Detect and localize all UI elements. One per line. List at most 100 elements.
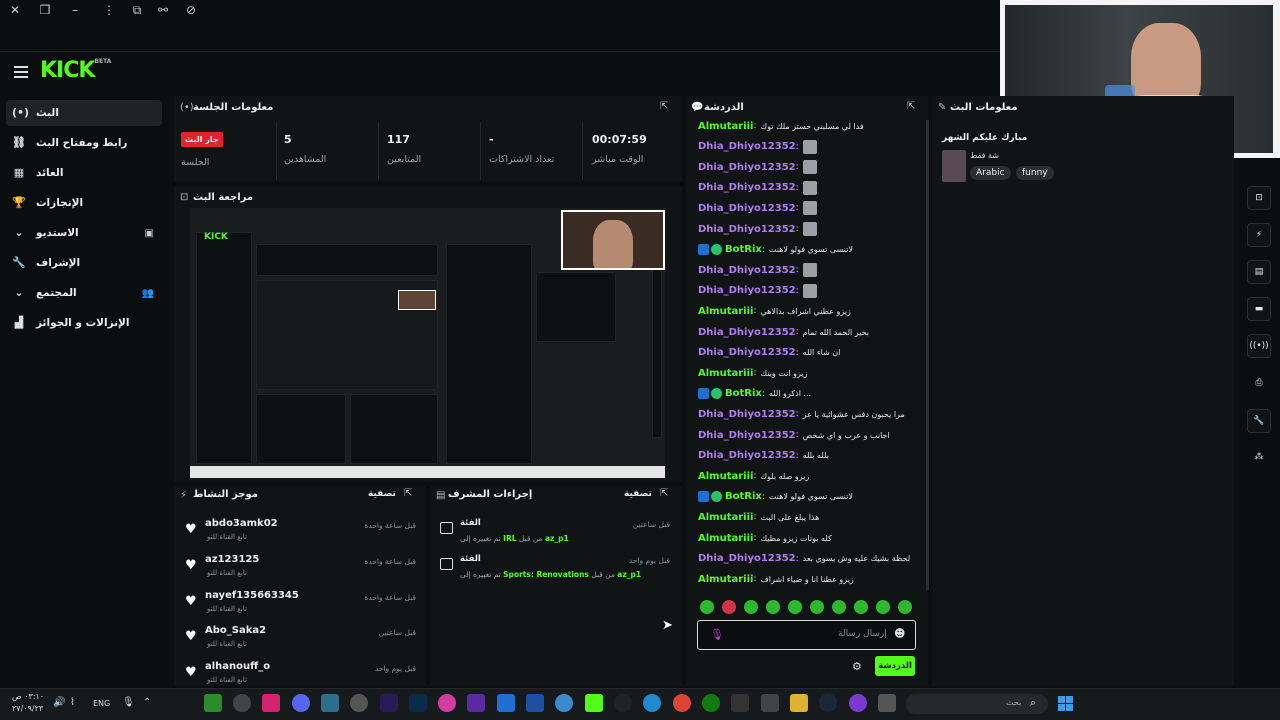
chat-username[interactable]: Almutariii bbox=[698, 533, 753, 544]
volume-icon[interactable]: 🔊 bbox=[53, 697, 65, 708]
mic-icon[interactable]: 🎙 bbox=[122, 697, 135, 708]
chat-username[interactable]: Dhia_Dhiyo12352 bbox=[698, 285, 796, 296]
kick-logo[interactable]: KICKBETA bbox=[40, 58, 111, 83]
tag-chip[interactable]: Arabic bbox=[970, 166, 1011, 180]
chat-message[interactable]: Dhia_Dhiyo12352: bbox=[698, 282, 923, 300]
emote-shortcut[interactable] bbox=[810, 600, 824, 614]
list-item[interactable]: ♥ Abo_Saka2 تابع القناة للتو قبل ساعتين bbox=[180, 623, 420, 658]
chat-message[interactable]: Dhia_Dhiyo12352: bbox=[698, 220, 923, 238]
popout-icon[interactable]: ⇱ bbox=[907, 101, 915, 112]
document-icon[interactable]: ▤ bbox=[1247, 260, 1271, 284]
popout-icon[interactable]: ⇱ bbox=[660, 101, 668, 112]
sidebar-item-drops[interactable]: ▟ الإنزالات و الجوائز bbox=[6, 310, 162, 336]
chat-message[interactable]: Dhia_Dhiyo12352: اجانب و عرب و اي شخص bbox=[698, 426, 923, 444]
chat-scrollbar[interactable] bbox=[926, 120, 929, 590]
app-icon[interactable] bbox=[438, 694, 456, 712]
menu-icon[interactable] bbox=[14, 66, 28, 78]
minimize-icon[interactable]: – bbox=[67, 2, 83, 18]
chat-username[interactable]: Almutariii bbox=[698, 574, 753, 585]
chevron-up-icon[interactable]: ⌃ bbox=[143, 697, 151, 708]
emote-shortcut[interactable] bbox=[876, 600, 890, 614]
chat-message[interactable]: Almutariii: هذا يبلغ على البث bbox=[698, 508, 923, 526]
app-icon[interactable] bbox=[204, 694, 222, 712]
chat-message[interactable]: Almutariii: زيزو صله بلوك bbox=[698, 467, 923, 485]
chat-username[interactable]: Almutariii bbox=[698, 512, 753, 523]
more-icon[interactable]: ⋮ bbox=[101, 2, 117, 18]
sidebar-item-moderation[interactable]: 🔧 الإشراف bbox=[6, 250, 162, 276]
close-icon[interactable]: ✕ bbox=[7, 2, 23, 18]
app-icon[interactable] bbox=[321, 694, 339, 712]
folder-icon[interactable] bbox=[790, 694, 808, 712]
chat-username[interactable]: Dhia_Dhiyo12352 bbox=[698, 409, 796, 420]
list-item[interactable]: ♥ alhanouff_o تابع القناة للتو قبل يوم واحد bbox=[180, 659, 420, 686]
emote-shortcut[interactable] bbox=[898, 600, 912, 614]
wrench-icon[interactable]: 🔧 bbox=[1247, 409, 1271, 433]
chat-username[interactable]: BotRix bbox=[725, 388, 762, 399]
taskbar-search[interactable]: بحث ⌕ bbox=[906, 694, 1048, 714]
wifi-icon[interactable]: ⌇ bbox=[70, 697, 75, 708]
chat-message[interactable]: Dhia_Dhiyo12352: bbox=[698, 261, 923, 279]
app-icon[interactable] bbox=[262, 694, 280, 712]
print-icon[interactable]: ⎙ bbox=[1247, 372, 1271, 396]
cloud-icon[interactable] bbox=[555, 694, 573, 712]
chat-message[interactable]: BotRix: لاتنسى تسوي فولو لاهنت bbox=[698, 488, 923, 506]
chat-message[interactable]: Dhia_Dhiyo12352: bbox=[698, 179, 923, 197]
edge-icon[interactable] bbox=[643, 694, 661, 712]
chat-username[interactable]: Dhia_Dhiyo12352 bbox=[698, 450, 796, 461]
chat-username[interactable]: Almutariii bbox=[698, 306, 753, 317]
chat-input[interactable]: 🎙 إرسال رسالة ☻ bbox=[697, 620, 916, 650]
calendar-icon[interactable] bbox=[526, 694, 544, 712]
list-item[interactable]: الفئة تم تغييره إلى Sports: Renovations … bbox=[436, 552, 676, 584]
broadcast-icon[interactable]: ((•)) bbox=[1247, 334, 1271, 358]
chat-username[interactable]: Dhia_Dhiyo12352 bbox=[698, 162, 796, 173]
chat-username[interactable]: Almutariii bbox=[698, 121, 753, 132]
list-item[interactable]: ♥ abdo3amk02 تابع القناة للتو قبل ساعة واحد… bbox=[180, 516, 420, 551]
sidebar-item-stream-key[interactable]: ⛓ رابط ومفتاح البث bbox=[6, 130, 162, 156]
chat-username[interactable]: Dhia_Dhiyo12352 bbox=[698, 430, 796, 441]
app-icon[interactable] bbox=[467, 694, 485, 712]
emote-shortcut[interactable] bbox=[832, 600, 846, 614]
chat-message[interactable]: Dhia_Dhiyo12352: bbox=[698, 199, 923, 217]
chat-username[interactable]: BotRix bbox=[725, 244, 762, 255]
restore-icon[interactable]: ❐ bbox=[37, 2, 53, 18]
app-icon[interactable] bbox=[878, 694, 896, 712]
chat-message[interactable]: Dhia_Dhiyo12352: bbox=[698, 138, 923, 156]
filter-button[interactable]: تصفية bbox=[624, 489, 652, 499]
mute-icon[interactable]: ⊘ bbox=[183, 2, 199, 18]
app-icon[interactable] bbox=[614, 694, 632, 712]
list-item[interactable]: ♥ nayef135663345 تابع القناة للتو قبل ساعة … bbox=[180, 588, 420, 623]
chat-username[interactable]: Dhia_Dhiyo12352 bbox=[698, 553, 796, 564]
filter-button[interactable]: تصفية bbox=[368, 489, 396, 499]
sidebar-item-studio[interactable]: ⌄ الاستديو ▣ bbox=[6, 220, 162, 246]
xbox-icon[interactable] bbox=[702, 694, 720, 712]
app-icon[interactable] bbox=[731, 694, 749, 712]
emote-shortcut[interactable] bbox=[766, 600, 780, 614]
chat-message[interactable]: BotRix: اذكرو الله ... bbox=[698, 385, 923, 403]
chat-message[interactable]: Almutariii: فدا لي مسلبني حستر ملك توك bbox=[698, 117, 923, 135]
mic-icon[interactable]: 🎙 bbox=[710, 628, 724, 641]
chat-username[interactable]: Almutariii bbox=[698, 368, 753, 379]
chat-username[interactable]: Dhia_Dhiyo12352 bbox=[698, 203, 796, 214]
popout-icon[interactable]: ⇱ bbox=[404, 488, 412, 499]
connect-icon[interactable]: ⚯ bbox=[155, 2, 171, 18]
chat-message[interactable]: Almutariii: زيزو عطني اشراف بدالاهي bbox=[698, 302, 923, 320]
chat-icon[interactable]: ▬ bbox=[1247, 297, 1271, 321]
start-button[interactable] bbox=[1058, 696, 1073, 711]
sidebar-item-community[interactable]: ⌄ المجتمع 👥 bbox=[6, 280, 162, 306]
chat-username[interactable]: BotRix bbox=[725, 491, 762, 502]
chat-username[interactable]: Almutariii bbox=[698, 471, 753, 482]
photoshop-icon[interactable] bbox=[409, 694, 427, 712]
popout-icon[interactable]: ⇱ bbox=[660, 488, 668, 499]
app-icon[interactable] bbox=[497, 694, 515, 712]
emoji-icon[interactable]: ☻ bbox=[894, 627, 905, 640]
chat-message[interactable]: Dhia_Dhiyo12352: بلله بلله bbox=[698, 447, 923, 465]
discord-icon[interactable] bbox=[292, 694, 310, 712]
gear-icon[interactable]: ⚙ bbox=[852, 660, 862, 673]
chat-message[interactable]: Dhia_Dhiyo12352: لحظة بشيك عليه وش يسوي ب… bbox=[698, 550, 923, 568]
list-item[interactable]: الفئة تم تغييره إلى IRL من قبل az_p1 قبل… bbox=[436, 516, 676, 548]
music-icon[interactable] bbox=[350, 694, 368, 712]
chat-message[interactable]: Dhia_Dhiyo12352: bbox=[698, 158, 923, 176]
chat-username[interactable]: Dhia_Dhiyo12352 bbox=[698, 327, 796, 338]
emote-shortcut[interactable] bbox=[722, 600, 736, 614]
chat-username[interactable]: Dhia_Dhiyo12352 bbox=[698, 265, 796, 276]
